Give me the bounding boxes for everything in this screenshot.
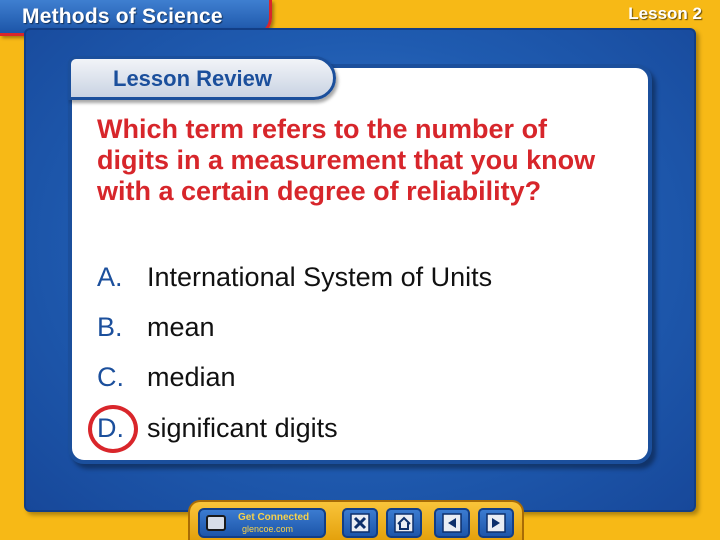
- get-connected-label: Get Connected: [238, 512, 310, 523]
- option-letter: A.: [97, 262, 123, 292]
- previous-icon: [442, 513, 462, 533]
- option-letter: C.: [97, 362, 124, 392]
- lesson-label: Lesson 2: [628, 4, 702, 23]
- previous-button[interactable]: [434, 508, 470, 538]
- option-b[interactable]: B. mean: [97, 312, 215, 343]
- header-title: Methods of Science: [22, 5, 223, 28]
- option-c[interactable]: C. median: [97, 362, 236, 393]
- home-icon: [394, 513, 414, 533]
- option-text: significant digits: [147, 413, 338, 443]
- next-button[interactable]: [478, 508, 514, 538]
- option-letter: B.: [97, 312, 123, 342]
- get-connected-button[interactable]: Get Connected glencoe.com: [198, 508, 326, 538]
- option-a[interactable]: A. International System of Units: [97, 262, 492, 293]
- lesson-review-banner: Lesson Review: [68, 56, 336, 100]
- option-text: mean: [147, 312, 215, 342]
- close-icon: [350, 513, 370, 533]
- get-connected-sub: glencoe.com: [242, 524, 294, 534]
- next-icon: [486, 513, 506, 533]
- home-button[interactable]: [386, 508, 422, 538]
- option-text: International System of Units: [147, 262, 493, 292]
- option-text: median: [147, 362, 236, 392]
- question-text: Which term refers to the number of digit…: [97, 114, 596, 206]
- lesson-review-title: Lesson Review: [113, 66, 272, 91]
- close-button[interactable]: [342, 508, 378, 538]
- computer-icon: [206, 515, 226, 531]
- correct-answer-circle: [88, 405, 138, 453]
